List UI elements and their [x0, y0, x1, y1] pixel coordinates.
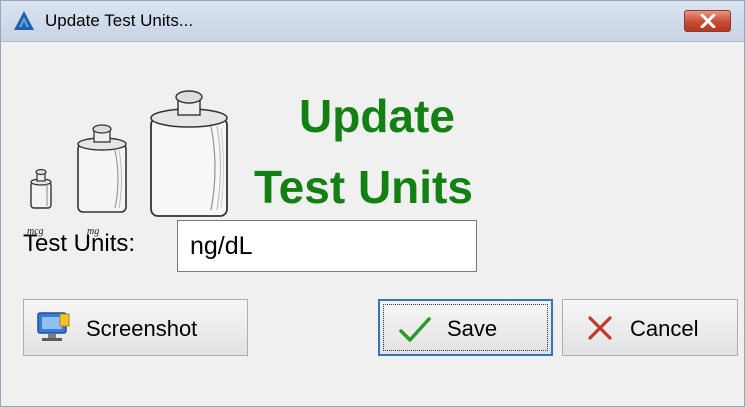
- small-weight-icon: [30, 168, 52, 209]
- save-button[interactable]: Save: [378, 299, 553, 356]
- cancel-button[interactable]: Cancel: [562, 299, 738, 356]
- medium-weight-icon: [77, 124, 127, 213]
- app-icon: [14, 11, 34, 30]
- close-button[interactable]: [684, 10, 731, 32]
- cancel-label: Cancel: [630, 316, 699, 341]
- screenshot-label: Screenshot: [86, 316, 198, 341]
- weights-illustration: mcg mg gm: [27, 90, 228, 238]
- checkmark-icon: [399, 317, 431, 342]
- heading-line-2: Test Units: [254, 161, 473, 213]
- large-weight-icon: [150, 90, 228, 217]
- update-test-units-dialog: Update Test Units... mcg mg Update Test …: [0, 0, 745, 407]
- monitor-icon: [37, 312, 70, 341]
- x-icon: [588, 316, 612, 340]
- close-icon: [700, 14, 716, 28]
- save-label: Save: [447, 316, 498, 341]
- test-units-label: Test Units:: [23, 230, 136, 257]
- test-units-input[interactable]: [177, 220, 477, 272]
- window-title: Update Test Units...: [45, 11, 194, 30]
- screenshot-button[interactable]: Screenshot: [23, 299, 248, 356]
- title-bar: Update Test Units...: [1, 1, 744, 42]
- heading-line-1: Update: [299, 90, 455, 142]
